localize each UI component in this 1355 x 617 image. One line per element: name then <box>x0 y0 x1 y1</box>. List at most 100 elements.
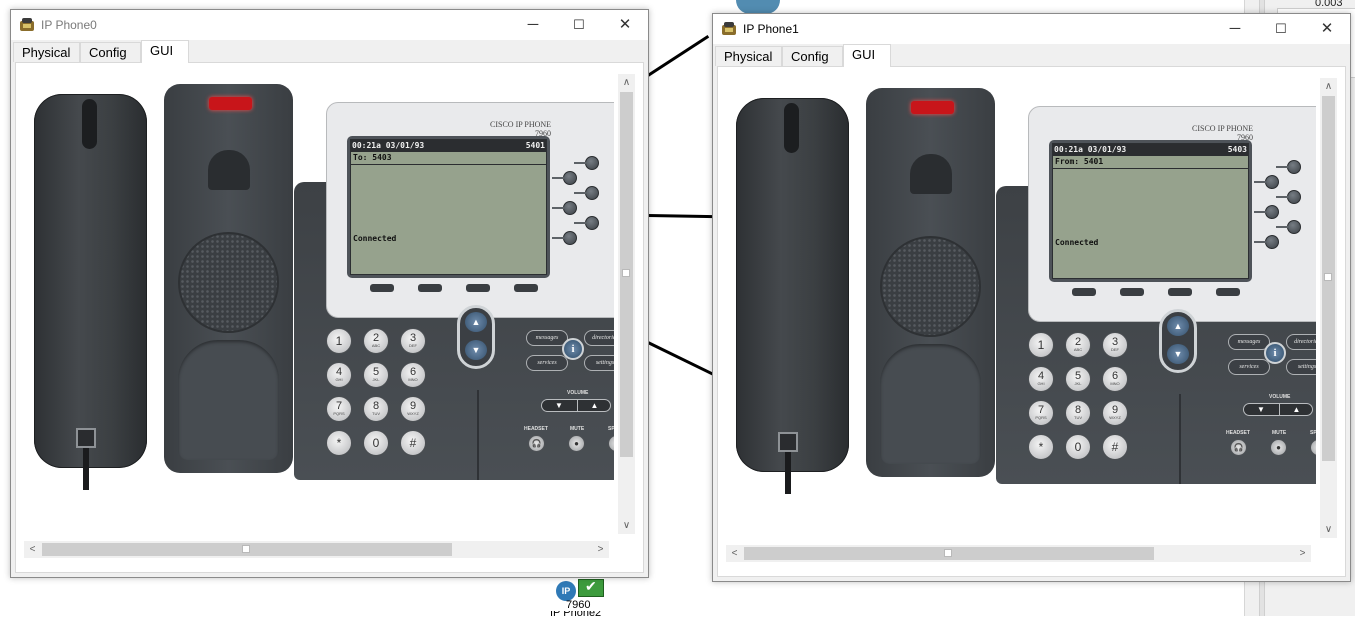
messages-button[interactable]: messages <box>526 330 568 346</box>
minimize-button[interactable]: ─ <box>1212 14 1258 44</box>
maximize-button[interactable]: ☐ <box>556 10 602 40</box>
title-bar[interactable]: IP Phone1 ─ ☐ ✕ <box>713 14 1350 44</box>
volume-up-button[interactable]: ▲ <box>1279 404 1313 416</box>
horizontal-scroll-thumb[interactable] <box>744 547 1154 560</box>
directories-button[interactable]: directories <box>1286 334 1316 350</box>
tab-config[interactable]: Config <box>80 42 141 62</box>
line-key[interactable] <box>552 231 577 245</box>
volume-up-button[interactable]: ▲ <box>577 400 611 412</box>
settings-button[interactable]: settings <box>584 355 614 371</box>
keypad-key[interactable]: # <box>1102 434 1128 460</box>
keypad-key[interactable]: 9 WXYZ <box>400 396 426 422</box>
services-button[interactable]: services <box>526 355 568 371</box>
keypad-key[interactable]: 7 PQRS <box>326 396 352 422</box>
tab-physical[interactable]: Physical <box>13 42 80 62</box>
keypad-key[interactable]: 3 DEF <box>1102 332 1128 358</box>
hookswitch[interactable] <box>208 150 250 190</box>
line-key[interactable] <box>1254 235 1279 249</box>
line-key[interactable] <box>1254 205 1279 219</box>
softkey-4[interactable] <box>1216 288 1240 296</box>
vertical-scrollbar[interactable]: ∧ ∨ <box>1320 78 1337 538</box>
close-button[interactable]: ✕ <box>602 10 648 40</box>
scroll-up-arrow[interactable]: ∧ <box>618 74 635 91</box>
handset[interactable] <box>736 98 849 472</box>
keypad-key[interactable]: 7 PQRS <box>1028 400 1054 426</box>
tab-gui[interactable]: GUI <box>141 40 189 63</box>
keypad-key[interactable]: 2 ABC <box>363 328 389 354</box>
handset[interactable] <box>34 94 147 468</box>
keypad-key[interactable]: 8 TUV <box>363 396 389 422</box>
keypad-key[interactable]: * <box>326 430 352 456</box>
info-button[interactable]: i <box>562 338 584 360</box>
scroll-right-arrow[interactable]: > <box>1294 545 1311 562</box>
vertical-scroll-thumb[interactable] <box>1322 96 1335 461</box>
minimize-button[interactable]: ─ <box>510 10 556 40</box>
keypad-key[interactable]: 6 MNO <box>1102 366 1128 392</box>
line-key[interactable] <box>574 186 599 200</box>
scroll-up-arrow[interactable]: ∧ <box>1320 78 1337 95</box>
title-bar[interactable]: IP Phone0 ─ ☐ ✕ <box>11 10 648 40</box>
keypad-key[interactable]: 2 ABC <box>1065 332 1091 358</box>
scroll-right-arrow[interactable]: > <box>592 541 609 558</box>
line-key[interactable] <box>1276 190 1301 204</box>
keypad-key[interactable]: 0 <box>1065 434 1091 460</box>
keypad-key[interactable]: 4 GHI <box>1028 366 1054 392</box>
keypad-key[interactable]: 0 <box>363 430 389 456</box>
services-button[interactable]: services <box>1228 359 1270 375</box>
softkey-3[interactable] <box>466 284 490 292</box>
keypad-key[interactable]: 8 TUV <box>1065 400 1091 426</box>
tab-gui[interactable]: GUI <box>843 44 891 67</box>
softkey-3[interactable] <box>1168 288 1192 296</box>
info-button[interactable]: i <box>1264 342 1286 364</box>
nav-up-button[interactable]: ▲ <box>1167 316 1189 336</box>
line-key[interactable] <box>1254 175 1279 189</box>
nav-up-button[interactable]: ▲ <box>465 312 487 332</box>
horizontal-scroll-thumb[interactable] <box>42 543 452 556</box>
line-key[interactable] <box>1276 220 1301 234</box>
directories-button[interactable]: directories <box>584 330 614 346</box>
scroll-left-arrow[interactable]: < <box>726 545 743 562</box>
mute-button[interactable]: ● <box>1270 439 1287 456</box>
nav-down-button[interactable]: ▼ <box>1167 344 1189 364</box>
scroll-left-arrow[interactable]: < <box>24 541 41 558</box>
volume-down-button[interactable]: ▼ <box>542 400 576 412</box>
keypad-key[interactable]: 5 JKL <box>363 362 389 388</box>
network-device-icon[interactable] <box>736 0 780 14</box>
hookswitch[interactable] <box>910 154 952 194</box>
keypad-key[interactable]: * <box>1028 434 1054 460</box>
line-key[interactable] <box>1276 160 1301 174</box>
settings-button[interactable]: settings <box>1286 359 1316 375</box>
horizontal-scrollbar[interactable]: < > <box>726 545 1311 562</box>
tab-physical[interactable]: Physical <box>715 46 782 66</box>
line-key[interactable] <box>552 201 577 215</box>
vertical-scroll-thumb[interactable] <box>620 92 633 457</box>
softkey-4[interactable] <box>514 284 538 292</box>
maximize-button[interactable]: ☐ <box>1258 14 1304 44</box>
keypad-key[interactable]: 5 JKL <box>1065 366 1091 392</box>
horizontal-scrollbar[interactable]: < > <box>24 541 609 558</box>
softkey-2[interactable] <box>418 284 442 292</box>
keypad-key[interactable]: 9 WXYZ <box>1102 400 1128 426</box>
scroll-down-arrow[interactable]: ∨ <box>1320 521 1337 538</box>
nav-down-button[interactable]: ▼ <box>465 340 487 360</box>
messages-button[interactable]: messages <box>1228 334 1270 350</box>
keypad-key[interactable]: 4 GHI <box>326 362 352 388</box>
headset-button[interactable]: 🎧 <box>1230 439 1247 456</box>
close-button[interactable]: ✕ <box>1304 14 1350 44</box>
softkey-1[interactable] <box>370 284 394 292</box>
softkey-1[interactable] <box>1072 288 1096 296</box>
mute-button[interactable]: ● <box>568 435 585 452</box>
volume-down-button[interactable]: ▼ <box>1244 404 1278 416</box>
keypad-key[interactable]: 3 DEF <box>400 328 426 354</box>
softkey-2[interactable] <box>1120 288 1144 296</box>
keypad-key[interactable]: 6 MNO <box>400 362 426 388</box>
ip-phone2-device[interactable]: IP 7960 IP Phone2 <box>550 577 610 617</box>
line-key[interactable] <box>552 171 577 185</box>
tab-config[interactable]: Config <box>782 46 843 66</box>
headset-button[interactable]: 🎧 <box>528 435 545 452</box>
line-key[interactable] <box>574 156 599 170</box>
vertical-scrollbar[interactable]: ∧ ∨ <box>618 74 635 534</box>
keypad-key[interactable]: 1 <box>1028 332 1054 358</box>
keypad-key[interactable]: # <box>400 430 426 456</box>
line-key[interactable] <box>574 216 599 230</box>
